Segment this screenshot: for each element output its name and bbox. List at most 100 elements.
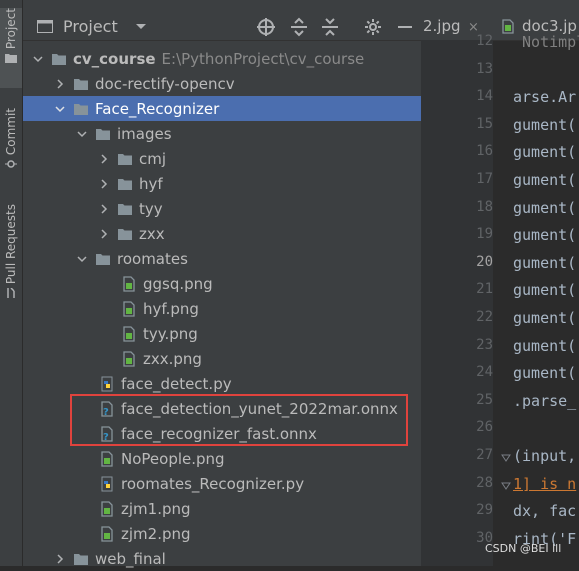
code-line: gument( — [513, 171, 577, 189]
tree-item-face-recognizer[interactable]: Face_Recognizer — [23, 96, 421, 121]
line-number-gutter: 12 13 14 15 16 17 18 19 20 21 22 23 24 25 26 27 28 29 30 — [421, 33, 493, 566]
tree-item-zjm1-png[interactable]: zjm1.png — [23, 496, 421, 521]
collapsed-arrow-icon[interactable] — [99, 203, 109, 214]
project-view-icon — [37, 20, 53, 33]
tool-tab-commit[interactable]: Commit — [0, 108, 22, 184]
image-file-icon — [101, 525, 113, 542]
folder-icon — [118, 203, 132, 215]
tree-item-label: roomates — [117, 249, 188, 268]
expanded-arrow-icon[interactable] — [77, 129, 87, 139]
tree-item-roomates-recognizer-py[interactable]: roomates_Recognizer.py — [23, 471, 421, 496]
chevron-down-icon[interactable] — [135, 23, 147, 31]
collapse-all-icon[interactable] — [320, 17, 340, 37]
tree-item-cmj[interactable]: cmj — [23, 146, 421, 171]
tree-item-label: images — [117, 124, 172, 143]
tool-tab-commit-label: Commit — [4, 108, 18, 156]
code-line: gument( — [513, 309, 577, 327]
tree-item-label: roomates_Recognizer.py — [121, 474, 305, 493]
tree-item-label: web_final — [95, 549, 166, 568]
tree-item-label: tyy.png — [143, 324, 198, 343]
collapsed-arrow-icon[interactable] — [99, 178, 109, 189]
code-line: dx, fac — [513, 502, 577, 521]
tool-tab-project[interactable]: Project — [0, 8, 22, 88]
tree-item-zxx[interactable]: zxx — [23, 221, 421, 246]
fold-marker-icon[interactable] — [501, 453, 511, 463]
tree-item-nopeople-png[interactable]: NoPeople.png — [23, 446, 421, 471]
folder-icon — [74, 103, 88, 115]
minimize-icon[interactable] — [395, 17, 415, 37]
code-line: gument( — [513, 281, 577, 300]
code-line: arse.Ar — [513, 88, 577, 107]
folder-icon — [96, 128, 110, 140]
editor-area: 2.jpg × doc3.jp 12 13 14 15 16 17 18 19 20 21 22 23… — [421, 0, 579, 566]
line-number: 18 — [476, 198, 493, 215]
folder-icon — [52, 53, 66, 65]
image-file-icon — [101, 500, 113, 517]
tree-item-images[interactable]: images — [23, 121, 421, 146]
tree-item-label: zxx.png — [143, 349, 202, 368]
expanded-arrow-icon[interactable] — [55, 104, 65, 114]
line-number: 26 — [476, 419, 493, 436]
line-number: 14 — [476, 88, 493, 105]
collapsed-arrow-icon[interactable] — [99, 228, 109, 239]
tree-item-label: hyf.png — [143, 299, 199, 318]
locate-icon[interactable] — [256, 17, 276, 37]
tree-item-zxx-png[interactable]: zxx.png — [23, 346, 421, 371]
expanded-arrow-icon[interactable] — [77, 254, 87, 264]
line-number: 27 — [476, 447, 493, 463]
collapsed-arrow-icon[interactable] — [55, 78, 65, 89]
code-line: gument( — [513, 226, 577, 245]
folder-icon — [96, 253, 110, 265]
project-panel: Project cv_course E:\PythonProject\cv_co… — [23, 0, 421, 568]
folder-icon — [118, 228, 132, 240]
tree-item-label: zjm1.png — [121, 499, 191, 518]
line-number: 25 — [476, 391, 493, 408]
tool-tab-pull-requests[interactable]: Pull Requests — [0, 204, 22, 314]
line-number: 13 — [476, 60, 493, 77]
image-file-icon — [502, 19, 514, 34]
tree-item-label: Face_Recognizer — [95, 99, 220, 118]
tree-item-web-final[interactable]: web_final — [23, 546, 421, 571]
folder-icon — [74, 78, 88, 90]
fold-marker-icon[interactable] — [501, 481, 511, 491]
tree-item-doc-rectify-opencv[interactable]: doc-rectify-opencv — [23, 71, 421, 96]
tree-item-tyy-png[interactable]: tyy.png — [23, 321, 421, 346]
tree-item-zjm2-png[interactable]: zjm2.png — [23, 521, 421, 546]
image-file-icon — [101, 450, 113, 467]
line-number: 12 — [476, 33, 493, 49]
code-line: .parse_ — [513, 391, 577, 410]
collapsed-arrow-icon[interactable] — [99, 153, 109, 164]
python-file-icon — [101, 376, 113, 391]
tree-item-label: tyy — [139, 199, 163, 218]
code-line: gument( — [513, 253, 577, 272]
line-number: 16 — [476, 143, 493, 160]
line-number: 17 — [476, 171, 493, 187]
commit-icon — [5, 160, 17, 168]
tree-item-hyf-png[interactable]: hyf.png — [23, 296, 421, 321]
expand-all-icon[interactable] — [289, 17, 309, 37]
line-number: 29 — [476, 502, 493, 519]
code-line: gument( — [513, 198, 577, 217]
line-number: 28 — [476, 474, 493, 491]
tree-item-cv-course[interactable]: cv_course E:\PythonProject\cv_course — [23, 46, 421, 71]
tree-item-face-detect-py[interactable]: face_detect.py — [23, 371, 421, 396]
tree-item-label: zjm2.png — [121, 524, 191, 543]
code-line: Notimpl — [513, 33, 579, 51]
folder-icon — [118, 178, 132, 190]
expanded-arrow-icon[interactable] — [33, 54, 43, 64]
image-file-icon — [123, 325, 135, 342]
tree-item-hyf[interactable]: hyf — [23, 171, 421, 196]
line-number: 24 — [476, 364, 493, 381]
folder-icon — [5, 54, 17, 64]
code-line: 1] is n — [513, 474, 577, 493]
collapsed-arrow-icon[interactable] — [55, 553, 65, 564]
gear-icon[interactable] — [363, 17, 383, 37]
tree-item-ggsq-png[interactable]: ggsq.png — [23, 271, 421, 296]
tree-item-label: zxx — [139, 224, 165, 243]
line-number: 19 — [476, 226, 493, 243]
code-line: gument( — [513, 115, 577, 134]
project-view-title[interactable]: Project — [63, 17, 118, 36]
tree-item-roomates[interactable]: roomates — [23, 246, 421, 271]
tree-item-tyy[interactable]: tyy — [23, 196, 421, 221]
tree-item-label: hyf — [139, 174, 163, 193]
